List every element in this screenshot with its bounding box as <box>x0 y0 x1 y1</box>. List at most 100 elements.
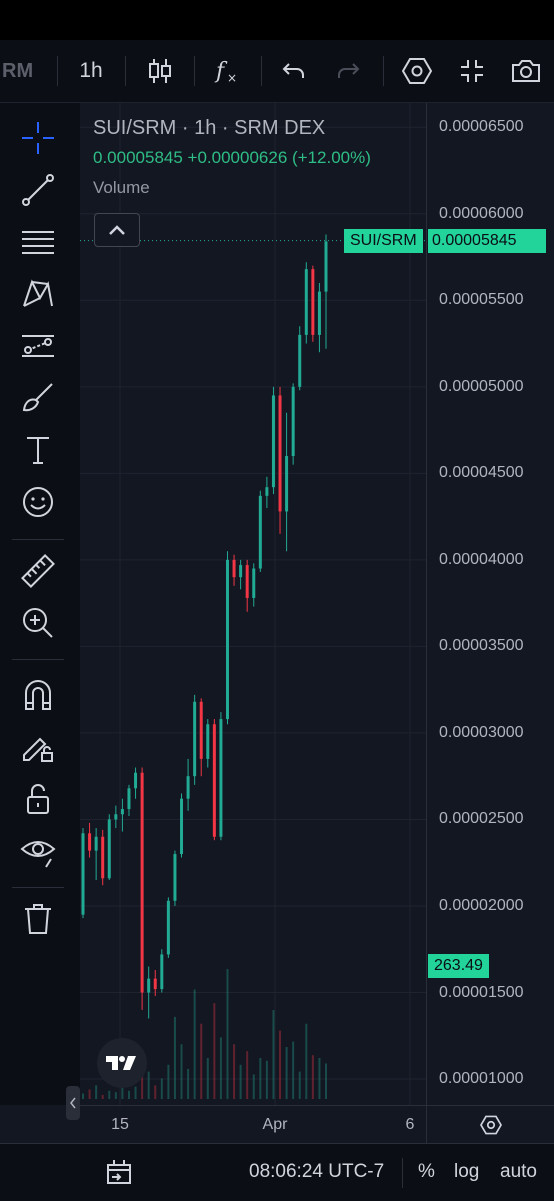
candle-body <box>140 772 144 993</box>
current-price-symbol-tag: SUI/SRM <box>344 228 423 253</box>
candle-body <box>206 724 210 759</box>
volume-bar <box>187 1068 190 1099</box>
price-scale-label: 0.00003000 <box>439 723 524 741</box>
tradingview-logo-icon <box>106 1056 136 1070</box>
brush-icon[interactable] <box>14 376 62 420</box>
volume-bar <box>285 1047 288 1099</box>
volume-bar <box>206 1057 209 1099</box>
volume-bar <box>226 969 229 1099</box>
interval-button[interactable]: 1h <box>68 40 114 102</box>
expand-toolbar-handle[interactable] <box>66 1086 80 1120</box>
candle-body <box>252 568 256 598</box>
text-tool-icon[interactable] <box>14 428 62 472</box>
candle-body <box>193 701 197 777</box>
scale-settings-button[interactable] <box>426 1105 554 1144</box>
price-scale-label: 0.00005000 <box>439 377 524 395</box>
volume-bar <box>292 1041 295 1099</box>
volume-bar <box>298 1071 301 1099</box>
price-scale-label: 0.00006500 <box>439 118 524 136</box>
candle-body <box>94 836 98 851</box>
candle-body <box>291 386 295 457</box>
emoji-sticker-icon[interactable] <box>14 480 62 524</box>
volume-bar <box>154 1085 157 1099</box>
lock-drawing-mode-icon[interactable] <box>14 725 62 769</box>
candle-body <box>225 559 229 720</box>
candle-body <box>298 334 302 387</box>
time-scale-label: Apr <box>262 1116 288 1133</box>
chevron-up-icon <box>109 225 125 235</box>
forecast-projection-icon[interactable] <box>14 324 62 368</box>
candlestick-chart[interactable] <box>80 103 426 1105</box>
auto-scale-toggle[interactable]: auto <box>500 1161 537 1183</box>
tradingview-logo[interactable] <box>97 1038 147 1088</box>
candle-body <box>285 456 289 512</box>
go-to-date-icon[interactable] <box>104 1156 134 1191</box>
zoom-in-icon[interactable] <box>14 601 62 645</box>
candle-body <box>245 565 249 598</box>
candle-body <box>120 809 124 815</box>
settings-hexagon-icon[interactable] <box>395 40 439 102</box>
candle-body <box>186 776 190 799</box>
volume-bar <box>167 1064 170 1099</box>
percent-scale-toggle[interactable]: % <box>418 1161 435 1183</box>
volume-bar <box>173 1016 176 1099</box>
candle-body <box>219 719 223 837</box>
pattern-xabcd-icon[interactable] <box>14 272 62 316</box>
toolbar-divider <box>57 56 58 86</box>
bottom-bar: 08:06:24 UTC-7 % log auto <box>0 1143 554 1201</box>
time-scale-label: 6 <box>405 1116 415 1133</box>
magnet-icon[interactable] <box>14 673 62 717</box>
trash-remove-icon[interactable] <box>14 897 62 941</box>
volume-bar <box>121 1088 124 1099</box>
price-scale-label: 0.00001000 <box>439 1070 524 1088</box>
time-scale-label: 15 <box>111 1116 129 1133</box>
collapse-legend-button[interactable] <box>94 213 140 247</box>
price-scale-label: 0.00003500 <box>439 637 524 655</box>
candle-body <box>147 978 151 993</box>
trend-line-icon[interactable] <box>14 168 62 212</box>
toolbar-divider <box>261 56 262 86</box>
undo-icon[interactable] <box>272 40 316 102</box>
toolbar-divider <box>12 659 64 660</box>
crosshair-icon[interactable] <box>14 116 62 160</box>
ruler-measure-icon[interactable] <box>14 549 62 593</box>
candle-body <box>153 978 157 990</box>
candle-body <box>160 954 164 990</box>
candle-body <box>278 395 282 512</box>
lock-all-drawings-icon[interactable] <box>14 777 62 821</box>
volume-bar <box>108 1090 111 1099</box>
candle-body <box>265 487 269 496</box>
volume-bar <box>259 1057 262 1099</box>
hide-drawings-eye-icon[interactable] <box>14 829 62 873</box>
symbol-search-button[interactable]: RM <box>0 40 42 102</box>
svg-text:f: f <box>214 59 228 84</box>
fib-retracement-icon[interactable] <box>14 220 62 264</box>
candle-body <box>239 565 243 578</box>
price-scale-label: 0.00001500 <box>439 983 524 1001</box>
price-scale-label: 0.00006000 <box>439 204 524 222</box>
camera-snapshot-icon[interactable] <box>503 40 549 102</box>
indicators-fx-icon[interactable]: f × <box>205 40 249 102</box>
bottom-divider <box>402 1158 403 1188</box>
chevron-left-icon <box>70 1097 76 1109</box>
exit-fullscreen-icon[interactable] <box>450 40 494 102</box>
toolbar-divider <box>383 56 384 86</box>
candle-body <box>232 559 236 578</box>
candle-body <box>114 814 118 820</box>
time-scale[interactable]: 15 Apr 6 <box>80 1105 426 1144</box>
current-price-value-tag: 0.00005845 <box>428 228 546 253</box>
legend-volume-label: Volume <box>93 178 150 197</box>
candle-body <box>88 833 92 851</box>
volume-bar <box>180 1044 183 1099</box>
volume-bar <box>147 1071 150 1099</box>
candle-body <box>81 833 85 915</box>
volume-bar <box>265 1060 268 1099</box>
volume-bar <box>95 1085 98 1099</box>
redo-icon[interactable] <box>326 40 370 102</box>
candles-chart-type-icon[interactable] <box>138 40 182 102</box>
log-scale-toggle[interactable]: log <box>454 1161 479 1183</box>
candle-body <box>180 798 184 855</box>
candle-body <box>127 788 131 810</box>
clock-timezone[interactable]: 08:06:24 UTC-7 <box>249 1161 384 1183</box>
volume-bar <box>127 1090 130 1099</box>
